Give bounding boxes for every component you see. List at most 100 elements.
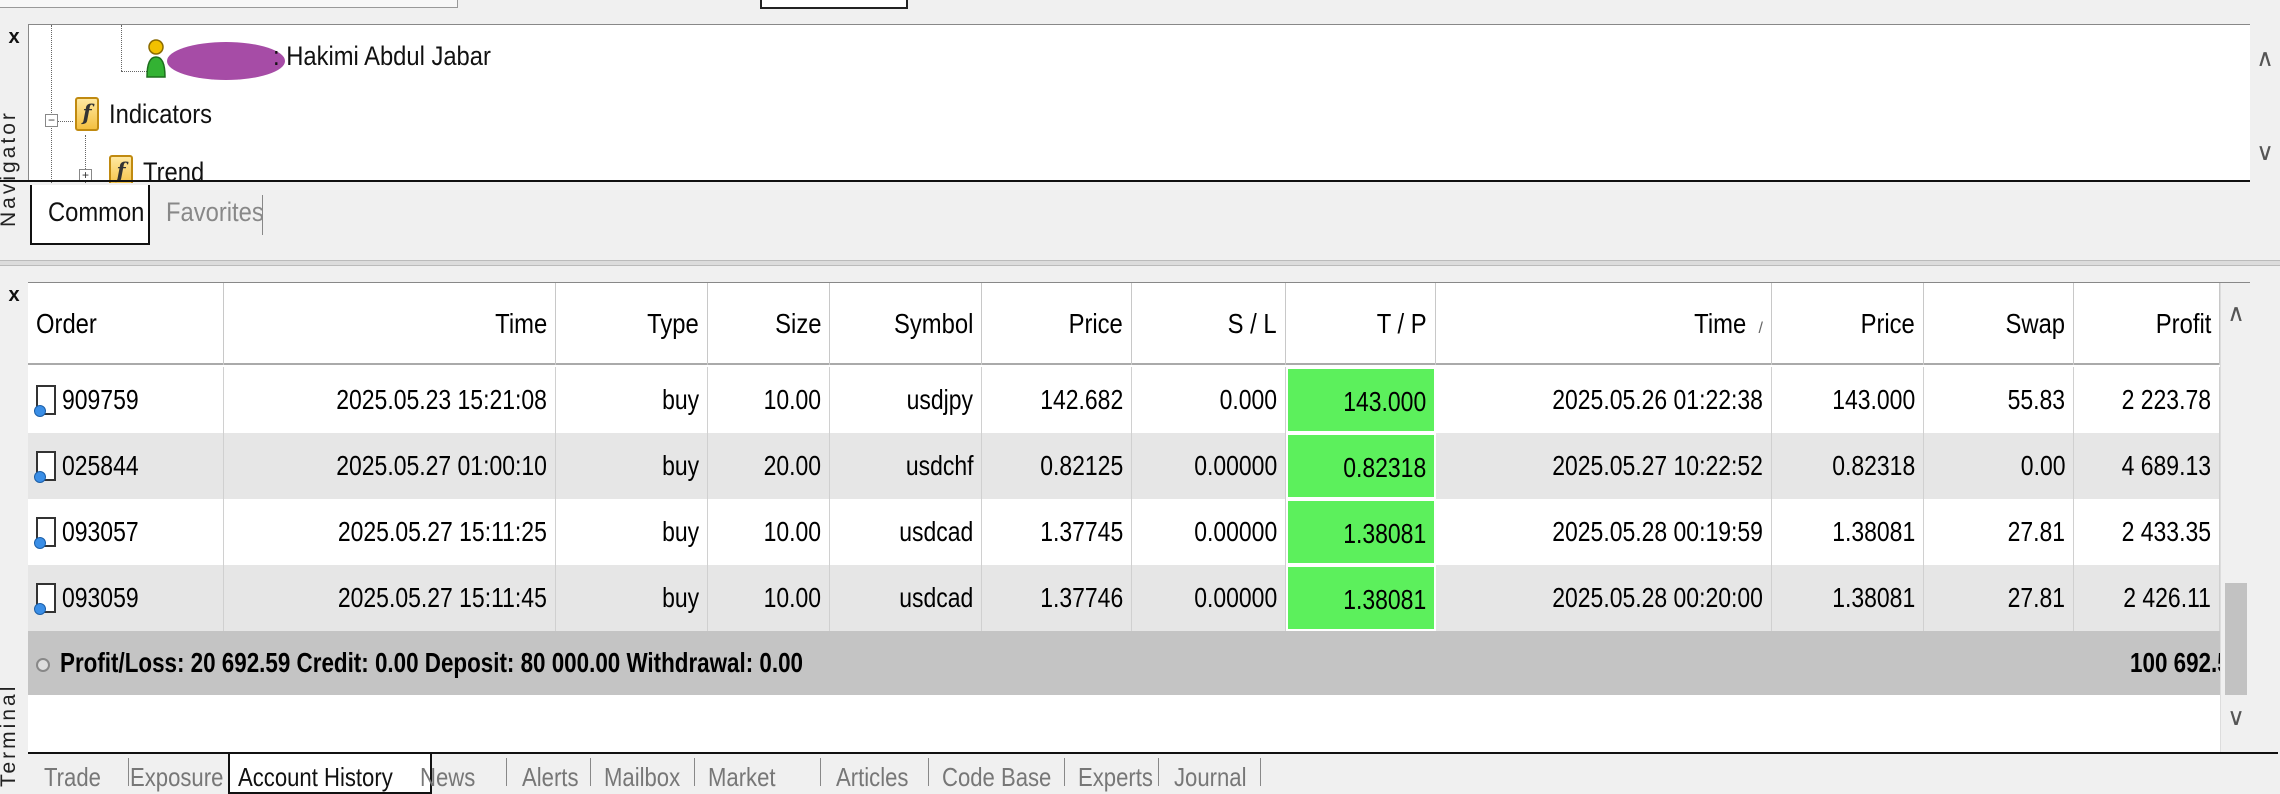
tab-mailbox[interactable]: Mailbox (604, 754, 694, 794)
navigator-scroll-down-icon[interactable]: ∨ (2250, 138, 2280, 167)
terminal-panel: Order Time Type Size Symbol Price S / L … (28, 282, 2250, 753)
summary-bullet-icon (36, 657, 50, 672)
terminal-scroll-up-icon[interactable]: ∧ (2221, 299, 2251, 328)
close-price-cell: 1.38081 (1772, 499, 1924, 565)
redacted-account-id (167, 42, 285, 80)
close-time-cell: 2025.05.26 01:22:38 (1436, 367, 1772, 433)
order-cell: 093059 (28, 565, 224, 631)
price-cell: 1.37745 (982, 499, 1132, 565)
sl-cell: 0.000 (1132, 367, 1286, 433)
column-header-symbol[interactable]: Symbol (830, 283, 982, 365)
tree-guide (51, 25, 52, 183)
toolbar-segment (0, 0, 458, 8)
panel-splitter[interactable] (0, 260, 2280, 266)
symbol-cell: usdcad (830, 499, 982, 565)
indicators-tree-item[interactable]: Indicators (109, 99, 212, 130)
table-row[interactable]: 025844 2025.05.27 01:00:10 buy 20.00 usd… (28, 433, 2250, 499)
sl-cell: 0.00000 (1132, 433, 1286, 499)
type-cell: buy (556, 433, 708, 499)
tab-market[interactable]: Market (708, 754, 787, 794)
account-name-label[interactable]: : Hakimi Abdul Jabar (273, 41, 491, 72)
price-cell: 142.682 (982, 367, 1132, 433)
tab-separator (1064, 758, 1065, 786)
column-header-tp[interactable]: T / P (1286, 283, 1436, 365)
swap-cell: 0.00 (1924, 433, 2074, 499)
table-row[interactable]: 909759 2025.05.23 15:21:08 buy 10.00 usd… (28, 367, 2250, 433)
symbol-cell: usdjpy (830, 367, 982, 433)
type-cell: buy (556, 367, 708, 433)
close-price-cell: 0.82318 (1772, 433, 1924, 499)
column-header-type[interactable]: Type (556, 283, 708, 365)
open-time-cell: 2025.05.27 01:00:10 (224, 433, 556, 499)
scrollbar-thumb[interactable] (2225, 583, 2247, 695)
table-row[interactable]: 093059 2025.05.27 15:11:45 buy 10.00 usd… (28, 565, 2250, 631)
column-header-swap[interactable]: Swap (1924, 283, 2074, 365)
swap-cell: 55.83 (1924, 367, 2074, 433)
open-time-cell: 2025.05.23 15:21:08 (224, 367, 556, 433)
summary-row: Profit/Loss: 20 692.59 Credit: 0.00 Depo… (28, 631, 2250, 695)
type-cell: buy (556, 499, 708, 565)
tp-cell: 1.38081 (1286, 565, 1436, 631)
column-header-price[interactable]: Price (982, 283, 1132, 365)
column-header-order[interactable]: Order (28, 283, 224, 365)
tab-experts[interactable]: Experts (1078, 754, 1166, 794)
function-folder-icon: f (75, 97, 99, 131)
toolbar-segment-active (760, 0, 908, 9)
column-header-close-time[interactable]: Time / (1436, 283, 1772, 365)
tab-news[interactable]: News (420, 754, 485, 794)
order-document-icon (34, 582, 56, 615)
navigator-close-button[interactable]: x (2, 26, 26, 49)
tab-articles[interactable]: Articles (836, 754, 921, 794)
close-price-cell: 143.000 (1772, 367, 1924, 433)
order-cell: 093057 (28, 499, 224, 565)
open-time-cell: 2025.05.27 15:11:25 (224, 499, 556, 565)
user-icon (145, 31, 167, 83)
history-table-header: Order Time Type Size Symbol Price S / L … (28, 283, 2250, 365)
column-header-sl[interactable]: S / L (1132, 283, 1286, 365)
swap-cell: 27.81 (1924, 499, 2074, 565)
table-row[interactable]: 093057 2025.05.27 15:11:25 buy 10.00 usd… (28, 499, 2250, 565)
sl-cell: 0.00000 (1132, 565, 1286, 631)
tab-alerts[interactable]: Alerts (522, 754, 588, 794)
tab-separator (1260, 758, 1261, 786)
tab-account-history[interactable]: Account History (228, 754, 432, 794)
navigator-tree: : Hakimi Abdul Jabar − f Indicators + f … (29, 25, 2251, 183)
terminal-side-label: Terminal (0, 683, 20, 787)
tab-separator (928, 758, 929, 786)
column-header-size[interactable]: Size (708, 283, 830, 365)
tab-separator (694, 758, 695, 786)
column-header-open-time[interactable]: Time (224, 283, 556, 365)
tab-journal[interactable]: Journal (1174, 754, 1259, 794)
tab-separator (1158, 758, 1159, 786)
tab-exposure[interactable]: Exposure (130, 754, 240, 794)
size-cell: 10.00 (708, 367, 830, 433)
profit-cell: 4 689.13 (2074, 433, 2220, 499)
expand-collapse-icon[interactable]: − (45, 114, 58, 127)
terminal-tabs: Trade Exposure Account History News Aler… (28, 752, 2278, 794)
terminal-close-button[interactable]: x (2, 284, 26, 307)
tp-cell: 0.82318 (1286, 433, 1436, 499)
tab-separator (506, 758, 507, 786)
size-cell: 20.00 (708, 433, 830, 499)
tab-trade[interactable]: Trade (44, 754, 111, 794)
tp-cell: 1.38081 (1286, 499, 1436, 565)
close-time-cell: 2025.05.28 00:20:00 (1436, 565, 1772, 631)
terminal-scroll-down-icon[interactable]: ∨ (2221, 703, 2251, 732)
profit-cell: 2 433.35 (2074, 499, 2220, 565)
type-cell: buy (556, 565, 708, 631)
symbol-cell: usdchf (830, 433, 982, 499)
order-document-icon (34, 450, 56, 483)
tab-favorites[interactable]: Favorites (164, 185, 282, 245)
column-header-close-price[interactable]: Price (1772, 283, 1924, 365)
column-header-profit[interactable]: Profit (2074, 283, 2220, 365)
terminal-scrollbar[interactable]: ∧ ∨ (2220, 283, 2250, 753)
navigator-scroll-up-icon[interactable]: ∧ (2250, 44, 2280, 73)
size-cell: 10.00 (708, 499, 830, 565)
sl-cell: 0.00000 (1132, 499, 1286, 565)
navigator-divider (0, 180, 2250, 182)
tab-code-base[interactable]: Code Base (942, 754, 1071, 794)
tab-common[interactable]: Common (30, 185, 150, 245)
swap-cell: 27.81 (1924, 565, 2074, 631)
size-cell: 10.00 (708, 565, 830, 631)
sort-indicator-icon: / (1758, 320, 1763, 337)
